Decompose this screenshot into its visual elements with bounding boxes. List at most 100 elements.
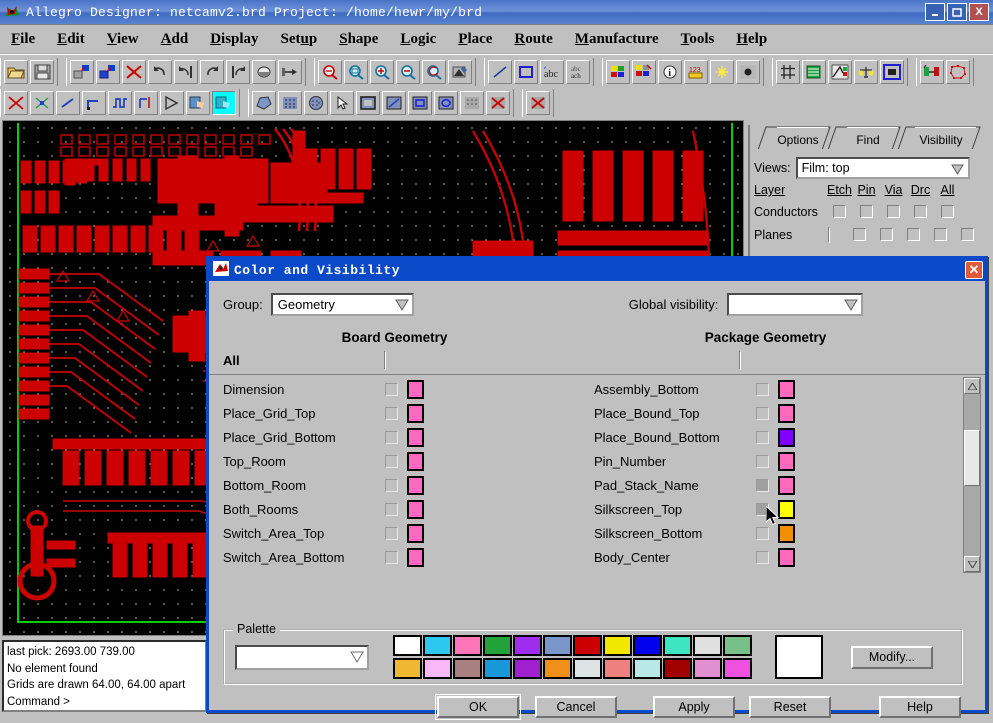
chevron-down-icon[interactable] <box>394 297 410 313</box>
zoom-in-icon[interactable] <box>370 60 394 84</box>
command-status-box[interactable]: last pick: 2693.00 739.00 No element fou… <box>2 640 207 712</box>
geometry-visibility-checkbox[interactable] <box>756 551 769 564</box>
planes-pin-checkbox[interactable] <box>873 228 900 241</box>
phase-tune-icon[interactable] <box>160 91 184 115</box>
shape-add-icon[interactable] <box>252 91 276 115</box>
delay-tune-icon[interactable] <box>134 91 158 115</box>
conductors-pin-checkbox[interactable] <box>853 205 880 218</box>
maximize-button[interactable] <box>947 3 967 21</box>
geometry-color-swatch[interactable] <box>778 548 795 567</box>
chevron-down-icon[interactable] <box>843 297 859 313</box>
tab-options[interactable]: Options <box>768 127 828 151</box>
chevron-down-icon[interactable] <box>950 161 966 177</box>
geometry-visibility-checkbox[interactable] <box>756 383 769 396</box>
help-button[interactable]: Help <box>879 696 961 718</box>
geometry-color-swatch[interactable] <box>407 500 424 519</box>
conductors-via-checkbox[interactable] <box>880 205 907 218</box>
geometry-row[interactable]: Both_Rooms <box>209 497 580 521</box>
planes-via-checkbox[interactable] <box>900 228 927 241</box>
reset-button[interactable]: Reset <box>749 696 831 718</box>
geometry-visibility-checkbox[interactable] <box>385 407 398 420</box>
ok-button[interactable]: OK <box>437 696 519 718</box>
save-file-icon[interactable] <box>30 60 54 84</box>
menu-help[interactable]: Help <box>725 29 778 50</box>
all-package-geometry-checkbox[interactable] <box>739 352 741 370</box>
planes-etch-checkbox[interactable] <box>846 228 873 241</box>
geometry-color-swatch[interactable] <box>407 524 424 543</box>
geometry-row[interactable]: Body_Center <box>580 545 951 569</box>
show-rats-icon[interactable] <box>186 91 210 115</box>
palette-swatch[interactable] <box>513 658 542 679</box>
all-board-geometry-checkbox[interactable] <box>384 352 386 370</box>
menu-edit[interactable]: Edit <box>46 29 96 50</box>
geometry-visibility-checkbox[interactable] <box>385 479 398 492</box>
geometry-visibility-checkbox[interactable] <box>756 455 769 468</box>
geometry-row[interactable]: Place_Grid_Bottom <box>209 425 580 449</box>
geometry-visibility-checkbox[interactable] <box>385 383 398 396</box>
geometry-row[interactable]: Bottom_Room <box>209 473 580 497</box>
geometry-row[interactable]: Silkscreen_Top <box>580 497 951 521</box>
scroll-up-arrow-icon[interactable] <box>964 378 980 394</box>
copy-icon[interactable] <box>96 60 120 84</box>
palette-swatch[interactable] <box>393 635 422 656</box>
geometry-color-swatch[interactable] <box>407 452 424 471</box>
palette-swatch[interactable] <box>513 635 542 656</box>
redraw-icon[interactable] <box>448 60 472 84</box>
undo-icon[interactable] <box>148 60 172 84</box>
palette-swatch[interactable] <box>453 635 482 656</box>
dehighlight-icon[interactable] <box>736 60 760 84</box>
command-prompt[interactable]: Command > <box>7 694 202 711</box>
add-rectangle-icon[interactable] <box>514 60 538 84</box>
planes-group-checkbox[interactable] <box>828 228 830 242</box>
palette-swatch[interactable] <box>603 635 632 656</box>
geometry-visibility-checkbox[interactable] <box>756 503 769 516</box>
mirror-icon[interactable] <box>252 60 276 84</box>
geometry-color-swatch[interactable] <box>407 428 424 447</box>
color-visibility-icon[interactable] <box>606 60 630 84</box>
net-schedule-icon[interactable] <box>920 60 944 84</box>
redo-step-icon[interactable] <box>226 60 250 84</box>
geometry-visibility-checkbox[interactable] <box>385 503 398 516</box>
conductors-etch-checkbox[interactable] <box>826 205 853 218</box>
planes-drc-checkbox[interactable] <box>927 228 954 241</box>
geometry-color-swatch[interactable] <box>407 548 424 567</box>
delete-icon[interactable] <box>122 60 146 84</box>
geometry-row[interactable]: Top_Room <box>209 449 580 473</box>
palette-swatch[interactable] <box>573 635 602 656</box>
artwork-icon[interactable] <box>828 60 852 84</box>
geometry-row[interactable]: Place_Bound_Top <box>580 401 951 425</box>
apply-button[interactable]: Apply <box>653 696 735 718</box>
geometry-row[interactable]: Dimension <box>209 377 580 401</box>
palette-swatch[interactable] <box>603 658 632 679</box>
open-file-icon[interactable] <box>4 60 28 84</box>
shape-circle-icon[interactable] <box>304 91 328 115</box>
palette-swatch[interactable] <box>423 658 452 679</box>
drawing-options-icon[interactable] <box>880 60 904 84</box>
close-button[interactable]: X <box>969 3 989 21</box>
highlight-icon[interactable] <box>710 60 734 84</box>
undo-step-icon[interactable] <box>174 60 198 84</box>
geometry-visibility-checkbox[interactable] <box>385 527 398 540</box>
custom-smooth-icon[interactable] <box>108 91 132 115</box>
minimize-button[interactable] <box>925 3 945 21</box>
palette-swatch[interactable] <box>393 658 422 679</box>
palette-swatch[interactable] <box>633 658 662 679</box>
add-line-icon[interactable] <box>488 60 512 84</box>
menu-view[interactable]: View <box>96 29 150 50</box>
views-combo[interactable]: Film: top <box>796 157 970 179</box>
shape-decompose-icon[interactable] <box>486 91 510 115</box>
geometry-row[interactable]: Switch_Area_Top <box>209 521 580 545</box>
geometry-row[interactable]: Assembly_Bottom <box>580 377 951 401</box>
geometry-row[interactable]: Place_Bound_Bottom <box>580 425 951 449</box>
geometry-visibility-checkbox[interactable] <box>756 479 769 492</box>
scrollbar-thumb[interactable] <box>964 430 980 486</box>
menu-shape[interactable]: Shape <box>328 29 389 50</box>
palette-swatch[interactable] <box>723 635 752 656</box>
palette-combo[interactable] <box>235 645 369 670</box>
palette-swatch[interactable] <box>573 658 602 679</box>
geometry-visibility-checkbox[interactable] <box>756 431 769 444</box>
change-text-icon[interactable]: abc ach <box>566 60 590 84</box>
delete-ratsnest-icon[interactable] <box>4 91 28 115</box>
ratsnest-icon[interactable] <box>946 60 970 84</box>
shape-select-icon[interactable] <box>278 91 302 115</box>
